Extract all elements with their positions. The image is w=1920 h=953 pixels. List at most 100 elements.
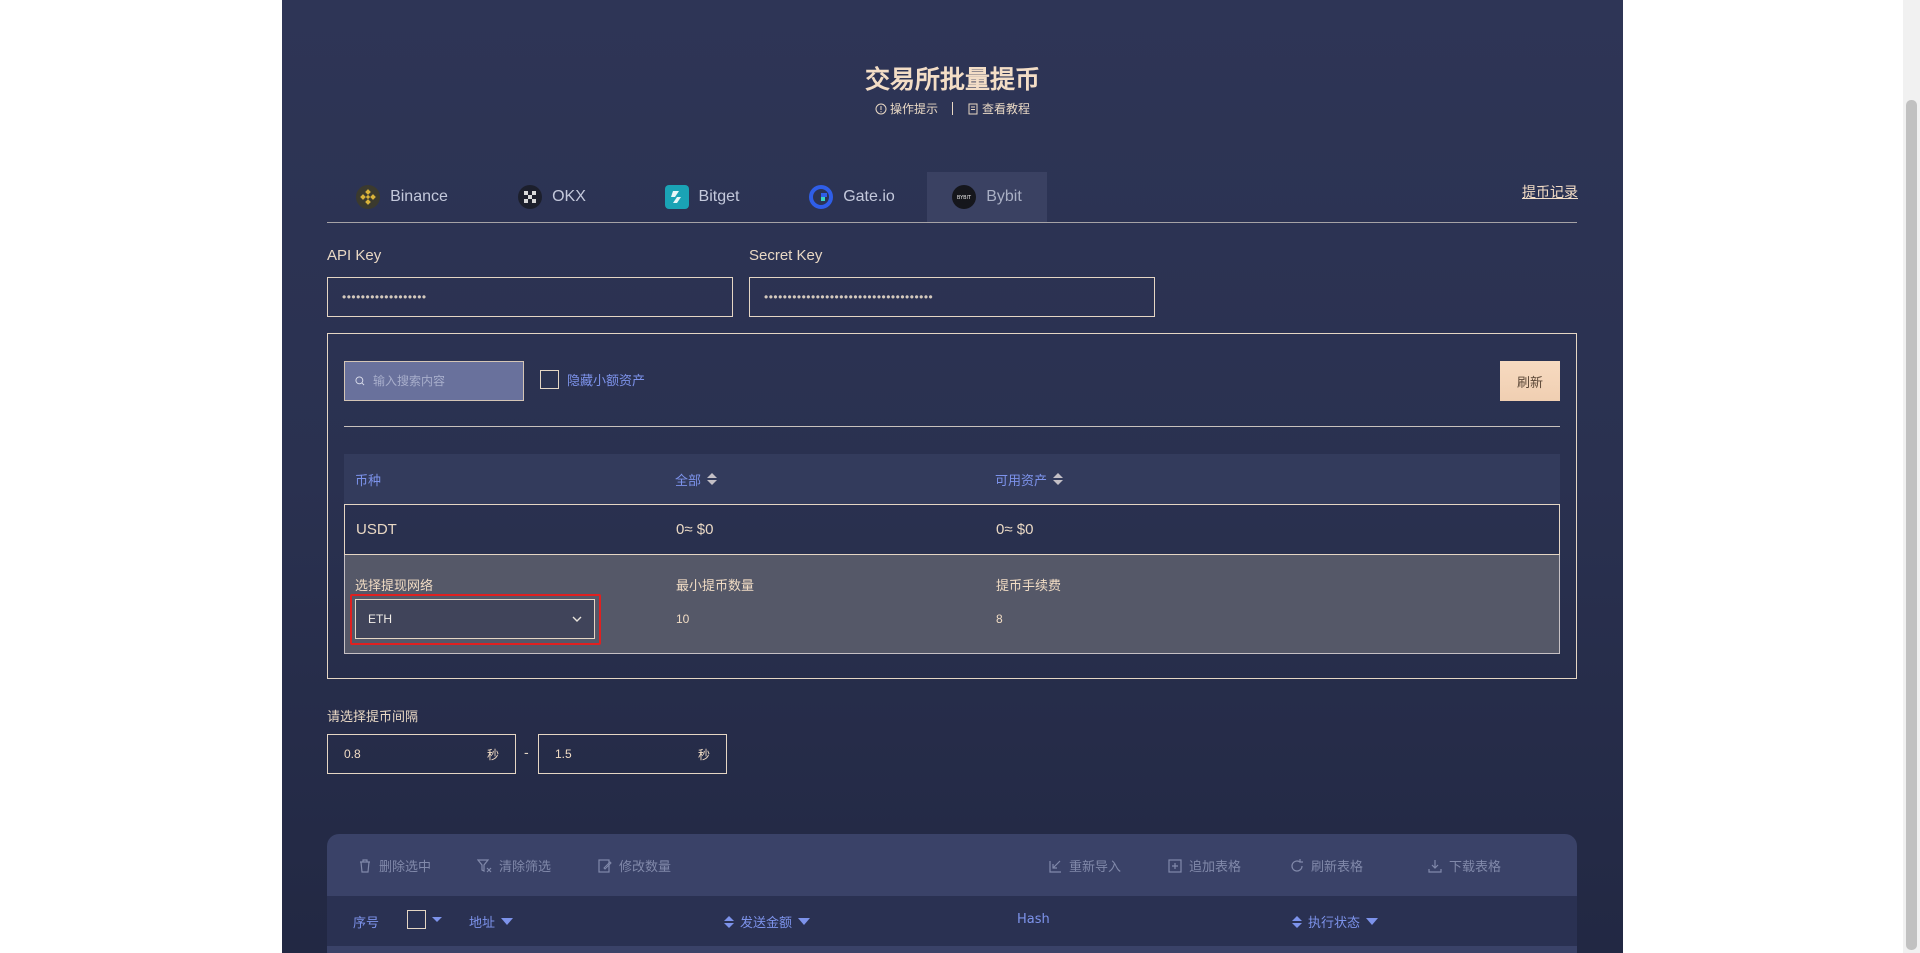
delete-selected-button[interactable]: 删除选中 (357, 856, 431, 875)
clear-filter-label: 清除筛选 (499, 860, 552, 875)
reimport-button[interactable]: 重新导入 (1047, 856, 1121, 875)
tab-gateio[interactable]: Gate.io (777, 172, 927, 222)
tab-bitget[interactable]: Bitget (627, 172, 777, 222)
delete-selected-label: 删除选中 (379, 860, 432, 875)
interval-min-input[interactable]: 0.8 秒 (327, 734, 516, 774)
sort-icon[interactable] (1053, 473, 1064, 485)
col-status[interactable]: 执行状态 (1292, 912, 1379, 931)
tab-okx[interactable]: OKX (477, 172, 627, 222)
svg-text:BYBIT: BYBIT (957, 195, 972, 201)
col-coin: 币种 (355, 473, 382, 489)
tips-label: 操作提示 (889, 102, 938, 116)
tab-binance-label: Binance (390, 188, 448, 205)
table-toolbar: 删除选中 清除筛选 修改数量 重新导入 追加表格 刷新表格 下载表格 (327, 834, 1577, 896)
dropdown-arrow-icon[interactable] (432, 917, 442, 922)
address-table-header: 序号 地址 发送金额 Hash 执行状态 (327, 896, 1577, 946)
panel-divider (344, 426, 1560, 427)
col-address[interactable]: 地址 (469, 912, 514, 931)
document-icon (968, 103, 978, 114)
filter-icon[interactable] (798, 918, 811, 925)
bitget-icon (664, 185, 689, 209)
sort-icon[interactable] (724, 915, 734, 928)
tutorial-link[interactable]: 查看教程 (967, 100, 1030, 117)
row-available: 0≈ $0 (996, 521, 1034, 538)
tab-bybit[interactable]: BYBIT Bybit (927, 172, 1047, 222)
okx-icon (518, 185, 543, 209)
hide-small-label: 隐藏小额资产 (567, 374, 646, 389)
select-all-control[interactable] (407, 910, 442, 929)
tips-link[interactable]: 操作提示 (875, 100, 938, 117)
tab-binance[interactable]: Binance (327, 172, 477, 222)
append-table-label: 追加表格 (1189, 860, 1242, 875)
append-table-button[interactable]: 追加表格 (1167, 856, 1241, 875)
hide-small-toggle[interactable]: 隐藏小额资产 (540, 370, 645, 389)
row-coin: USDT (356, 521, 397, 538)
table-row[interactable]: USDT 0≈ $0 0≈ $0 (344, 504, 1560, 555)
trash-icon (360, 858, 370, 873)
plus-square-icon (1168, 858, 1182, 873)
asset-panel: 隐藏小额资产 刷新 币种 全部 可用资产 USDT 0≈ $0 0≈ $0 选择… (327, 333, 1577, 679)
tab-divider (327, 222, 1577, 223)
refresh-button[interactable]: 刷新 (1500, 361, 1560, 401)
tab-bybit-label: Bybit (986, 188, 1022, 205)
header-links: 操作提示 查看教程 (282, 100, 1623, 117)
binance-icon (356, 185, 381, 209)
fee-label: 提币手续费 (996, 579, 1062, 594)
select-all-checkbox[interactable] (407, 910, 426, 929)
download-table-button[interactable]: 下载表格 (1427, 856, 1501, 875)
col-index: 序号 (353, 916, 380, 931)
interval-max-input[interactable]: 1.5 秒 (538, 734, 727, 774)
search-icon (355, 376, 365, 386)
refresh-table-label: 刷新表格 (1311, 860, 1364, 875)
interval-label: 请选择提币间隔 (327, 710, 419, 725)
min-amount-label: 最小提币数量 (676, 579, 755, 594)
col-available-label: 可用资产 (995, 473, 1048, 489)
sort-icon[interactable] (1292, 915, 1302, 928)
info-icon (875, 103, 887, 114)
network-label: 选择提现网络 (355, 579, 434, 594)
secret-key-label: Secret Key (749, 247, 823, 264)
col-amount[interactable]: 发送金额 (724, 912, 811, 931)
select-highlight (350, 594, 601, 645)
api-key-label: API Key (327, 247, 382, 264)
import-icon (1049, 860, 1061, 873)
col-total[interactable]: 全部 (675, 470, 718, 489)
main-panel: 交易所批量提币 操作提示 查看教程 Binance OKX Bitget Gat… (282, 0, 1623, 953)
withdraw-record-link[interactable]: 提币记录 (1522, 182, 1578, 202)
page-scrollbar[interactable] (1903, 0, 1920, 953)
refresh-table-button[interactable]: 刷新表格 (1289, 856, 1363, 875)
modify-amount-label: 修改数量 (619, 860, 672, 875)
gateio-icon (809, 185, 834, 209)
download-table-label: 下载表格 (1449, 860, 1502, 875)
tab-okx-label: OKX (552, 188, 586, 205)
scrollbar-thumb[interactable] (1906, 100, 1917, 950)
tab-bitget-label: Bitget (698, 188, 740, 205)
col-total-label: 全部 (675, 473, 702, 489)
filter-icon[interactable] (1366, 918, 1379, 925)
secret-key-input[interactable]: •••••••••••••••••••••••••••••••••••• (749, 277, 1155, 317)
interval-max-unit: 秒 (697, 747, 710, 762)
filter-icon[interactable] (501, 918, 514, 925)
search-box[interactable] (344, 361, 524, 401)
address-table-panel: 删除选中 清除筛选 修改数量 重新导入 追加表格 刷新表格 下载表格 序号 地址… (327, 834, 1577, 953)
clear-filter-icon (477, 858, 492, 872)
interval-min-value: 0.8 (344, 747, 361, 761)
sort-icon[interactable] (707, 473, 718, 485)
hide-small-checkbox[interactable] (540, 370, 559, 389)
tutorial-label: 查看教程 (982, 102, 1031, 116)
reimport-label: 重新导入 (1069, 860, 1122, 875)
col-amount-label: 发送金额 (740, 916, 793, 931)
tab-gateio-label: Gate.io (843, 188, 895, 205)
search-input[interactable] (373, 374, 513, 388)
download-icon (1428, 859, 1442, 873)
col-status-label: 执行状态 (1308, 916, 1361, 931)
exchange-tabs: Binance OKX Bitget Gate.io BYBIT Bybit (327, 172, 1047, 222)
refresh-icon (1291, 858, 1303, 872)
interval-separator: - (524, 744, 529, 760)
interval-min-unit: 秒 (486, 747, 499, 762)
col-available[interactable]: 可用资产 (995, 470, 1064, 489)
api-key-input[interactable]: •••••••••••••••••• (327, 277, 733, 317)
page-title: 交易所批量提币 (864, 65, 1040, 94)
modify-amount-button[interactable]: 修改数量 (597, 856, 671, 875)
clear-filter-button[interactable]: 清除筛选 (477, 856, 551, 875)
